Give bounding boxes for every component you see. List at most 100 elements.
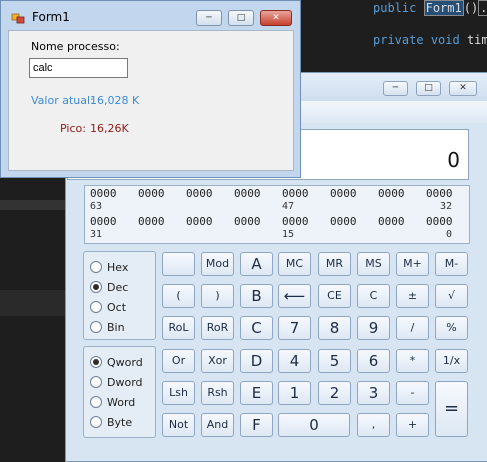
mr-button[interactable]: MR [318, 252, 351, 276]
reciprocal-button[interactable]: 1/x [435, 349, 468, 373]
ce-button[interactable]: CE [318, 284, 351, 308]
not-button[interactable]: Not [162, 413, 195, 437]
code-line-method: private void time [373, 33, 487, 47]
process-name-input[interactable] [29, 58, 128, 78]
bit-index: 47 [282, 201, 295, 212]
digit-5-button[interactable]: 5 [318, 349, 351, 373]
digit-6-button[interactable]: 6 [357, 349, 390, 373]
sqrt-button[interactable]: √ [435, 284, 468, 308]
open-paren-button[interactable]: ( [162, 284, 195, 308]
bit-group: 0000 [378, 215, 405, 228]
radio-selected-icon [90, 281, 102, 293]
radio-hex[interactable]: Hex [90, 261, 128, 277]
m-plus-button[interactable]: M+ [396, 252, 429, 276]
bit-group: 0000 [282, 215, 309, 228]
digit-9-button[interactable]: 9 [357, 316, 390, 340]
hex-a-button[interactable]: A [240, 252, 273, 276]
radio-icon [90, 321, 102, 333]
form1-symbol[interactable]: Form1 [423, 0, 464, 16]
radio-byte[interactable]: Byte [90, 416, 132, 432]
maximize-icon[interactable]: □ [228, 10, 254, 26]
multiply-button[interactable]: * [396, 349, 429, 373]
divide-button[interactable]: / [396, 316, 429, 340]
bit-group: 0000 [186, 215, 213, 228]
radio-icon [90, 396, 102, 408]
minimize-icon[interactable]: ─ [196, 10, 222, 26]
xor-button[interactable]: Xor [201, 349, 234, 373]
code-line-constructor: public Form1()... [373, 0, 487, 16]
lsh-button[interactable]: Lsh [162, 381, 195, 405]
current-value-label: Valor atual: [31, 94, 94, 107]
minimize-icon[interactable]: ─ [383, 81, 408, 96]
close-paren-button[interactable]: ) [201, 284, 234, 308]
bit-group: 0000 [426, 187, 453, 200]
add-button[interactable]: + [396, 413, 429, 437]
bit-group: 0000 [234, 215, 261, 228]
form1-titlebar: Form1 ─ □ ✕ [1, 1, 300, 31]
bit-group: 0000 [90, 215, 117, 228]
or-button[interactable]: Or [162, 349, 195, 373]
bit-group: 0000 [426, 215, 453, 228]
hex-d-button[interactable]: D [240, 349, 273, 373]
decimal-button[interactable]: , [357, 413, 390, 437]
number-base-group: Hex Dec Oct Bin [83, 251, 156, 340]
mc-button[interactable]: MC [278, 252, 311, 276]
bit-group: 0000 [138, 187, 165, 200]
close-icon[interactable]: ✕ [449, 81, 477, 96]
blank-button [162, 252, 195, 276]
rol-button[interactable]: RoL [162, 316, 195, 340]
current-value: 16,028 K [90, 94, 140, 107]
word-size-group: Qword Dword Word Byte [83, 346, 156, 438]
radio-dword[interactable]: Dword [90, 376, 143, 392]
radio-word[interactable]: Word [90, 396, 135, 412]
window-title: Form1 [32, 10, 70, 24]
bit-group: 0000 [90, 187, 117, 200]
radio-icon [90, 376, 102, 388]
digit-3-button[interactable]: 3 [357, 381, 390, 405]
and-button[interactable]: And [201, 413, 234, 437]
peak-label: Pico: [60, 122, 86, 135]
digit-0-button[interactable]: 0 [278, 413, 350, 437]
radio-oct[interactable]: Oct [90, 301, 126, 317]
hex-e-button[interactable]: E [240, 381, 273, 405]
hex-c-button[interactable]: C [240, 316, 273, 340]
bit-index: 63 [90, 201, 103, 212]
editor-panel-strip [0, 200, 66, 210]
form1-window: Form1 ─ □ ✕ Nome processo: Valor atual: … [0, 0, 301, 178]
subtract-button[interactable]: - [396, 381, 429, 405]
digit-7-button[interactable]: 7 [278, 316, 311, 340]
bit-group: 0000 [234, 187, 261, 200]
peak-value: 16,26K [90, 122, 129, 135]
digit-1-button[interactable]: 1 [278, 381, 311, 405]
bit-index: 32 [440, 201, 453, 212]
maximize-icon[interactable]: □ [416, 81, 441, 96]
digit-8-button[interactable]: 8 [318, 316, 351, 340]
digit-2-button[interactable]: 2 [318, 381, 351, 405]
backspace-button[interactable]: ⟵ [278, 284, 311, 308]
mod-button[interactable]: Mod [201, 252, 234, 276]
plus-minus-button[interactable]: ± [396, 284, 429, 308]
radio-qword[interactable]: Qword [90, 356, 143, 372]
close-icon[interactable]: ✕ [260, 10, 292, 26]
radio-icon [90, 301, 102, 313]
ms-button[interactable]: MS [357, 252, 390, 276]
bit-group: 0000 [330, 187, 357, 200]
bit-group: 0000 [282, 187, 309, 200]
collapsed-region[interactable]: ... [478, 0, 487, 16]
hex-b-button[interactable]: B [240, 284, 273, 308]
m-minus-button[interactable]: M- [435, 252, 468, 276]
rsh-button[interactable]: Rsh [201, 381, 234, 405]
ror-button[interactable]: RoR [201, 316, 234, 340]
digit-4-button[interactable]: 4 [278, 349, 311, 373]
hex-f-button[interactable]: F [240, 413, 273, 437]
bit-index: 31 [90, 229, 103, 240]
radio-bin[interactable]: Bin [90, 321, 125, 337]
clear-button[interactable]: C [357, 284, 390, 308]
percent-button[interactable]: % [435, 316, 468, 340]
equals-button[interactable]: = [435, 381, 468, 437]
binary-bit-display: 0000 0000 0000 0000 0000 0000 0000 0000 … [84, 185, 470, 244]
app-icon [11, 13, 25, 24]
bit-group: 0000 [378, 187, 405, 200]
radio-dec[interactable]: Dec [90, 281, 128, 297]
bit-group: 0000 [186, 187, 213, 200]
